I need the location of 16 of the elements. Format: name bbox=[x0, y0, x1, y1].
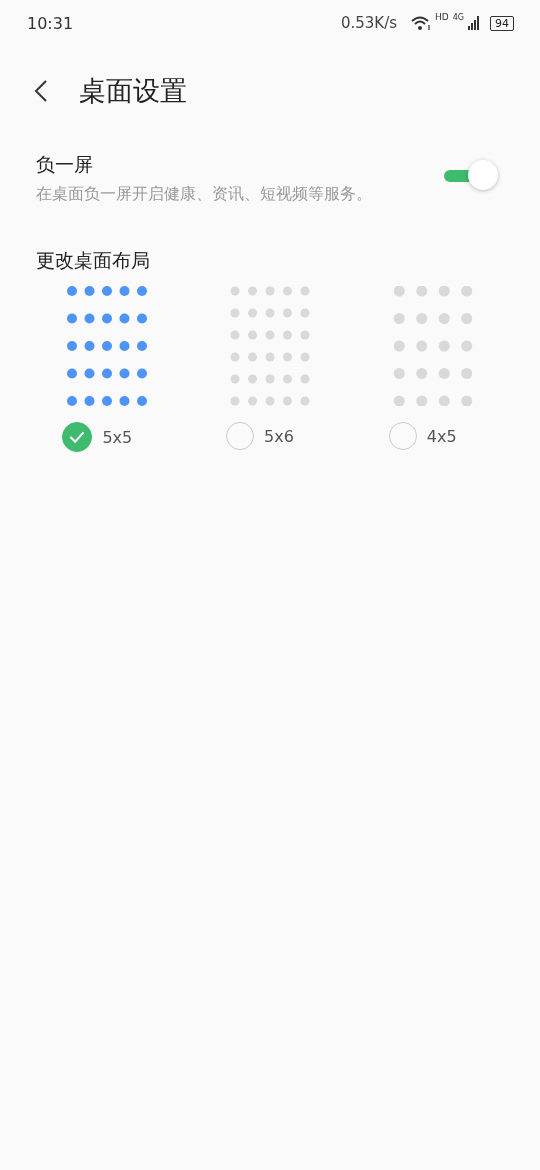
layout-label: 4x5 bbox=[426, 426, 457, 446]
toggle-switch[interactable] bbox=[444, 160, 500, 192]
hd-label: HD bbox=[435, 12, 449, 22]
section-title: 更改桌面布局 bbox=[35, 248, 151, 273]
wifi-icon bbox=[411, 15, 431, 31]
battery-indicator: 94 bbox=[490, 15, 514, 31]
setting-title: 负一屏 bbox=[36, 152, 94, 177]
network-type: 4G bbox=[452, 12, 464, 22]
layout-label: 5x5 bbox=[102, 427, 133, 447]
network-speed: 0.53K/s bbox=[340, 14, 397, 32]
setting-description: 在桌面负一屏开启健康、资讯、短视频等服务。 bbox=[36, 183, 373, 205]
layout-label: 5x6 bbox=[264, 426, 294, 446]
status-time: 10:31 bbox=[27, 13, 74, 33]
radio-button[interactable] bbox=[62, 422, 93, 452]
signal-icon bbox=[468, 16, 480, 30]
page-title: 桌面设置 bbox=[79, 74, 187, 108]
